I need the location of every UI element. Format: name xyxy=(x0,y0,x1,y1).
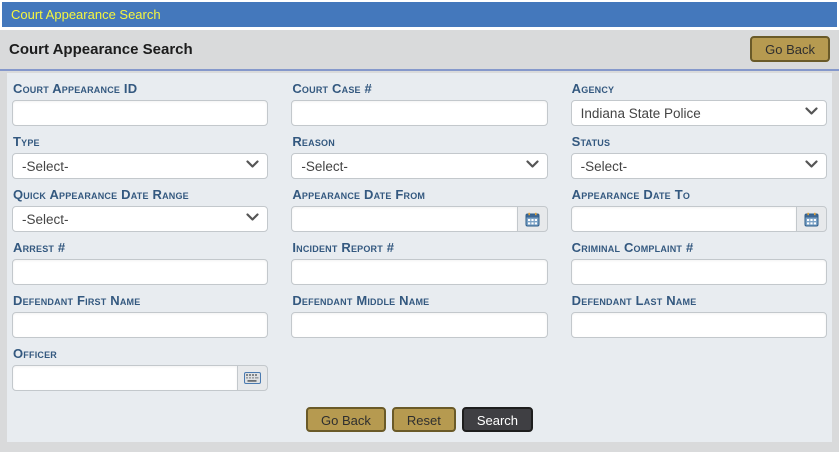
quick-appearance-date-range-label: Quick Appearance Date Range xyxy=(13,188,268,202)
officer-input[interactable] xyxy=(12,365,238,391)
status-label: Status xyxy=(572,135,827,149)
reason-label: Reason xyxy=(292,135,547,149)
search-form: Court Appearance ID Court Case # Agency … xyxy=(11,80,828,432)
form-actions: Go Back Reset Search xyxy=(12,407,827,432)
page-header: Court Appearance Search Go Back xyxy=(0,30,839,69)
type-label: Type xyxy=(13,135,268,149)
appearance-date-from-calendar-button[interactable] xyxy=(517,206,548,232)
field-defendant-first-name: Defendant First Name xyxy=(12,292,268,338)
appearance-date-from-input[interactable] xyxy=(291,206,517,232)
defendant-middle-name-label: Defendant Middle Name xyxy=(292,294,547,308)
field-criminal-complaint: Criminal Complaint # xyxy=(571,239,827,285)
field-appearance-date-from: Appearance Date From xyxy=(291,186,547,232)
court-appearance-id-input[interactable] xyxy=(12,100,268,126)
court-appearance-id-label: Court Appearance ID xyxy=(13,82,268,96)
field-agency: Agency Indiana State Police xyxy=(571,80,827,126)
keyboard-icon xyxy=(244,372,261,384)
app-title: Court Appearance Search xyxy=(11,7,161,22)
type-select[interactable]: -Select- xyxy=(12,153,268,179)
defendant-last-name-label: Defendant Last Name xyxy=(572,294,827,308)
app-title-bar: Court Appearance Search xyxy=(2,2,837,27)
field-appearance-date-to: Appearance Date To xyxy=(571,186,827,232)
search-button[interactable]: Search xyxy=(462,407,533,432)
appearance-date-to-calendar-button[interactable] xyxy=(796,206,827,232)
appearance-date-to-label: Appearance Date To xyxy=(572,188,827,202)
field-status: Status -Select- xyxy=(571,133,827,179)
go-back-button-top[interactable]: Go Back xyxy=(750,36,830,62)
field-quick-appearance-date-range: Quick Appearance Date Range -Select- xyxy=(12,186,268,232)
court-case-input[interactable] xyxy=(291,100,547,126)
incident-report-input[interactable] xyxy=(291,259,547,285)
field-defendant-middle-name: Defendant Middle Name xyxy=(291,292,547,338)
court-case-label: Court Case # xyxy=(292,82,547,96)
defendant-first-name-label: Defendant First Name xyxy=(13,294,268,308)
criminal-complaint-label: Criminal Complaint # xyxy=(572,241,827,255)
field-court-case: Court Case # xyxy=(291,80,547,126)
status-select[interactable]: -Select- xyxy=(571,153,827,179)
field-type: Type -Select- xyxy=(12,133,268,179)
defendant-first-name-input[interactable] xyxy=(12,312,268,338)
field-court-appearance-id: Court Appearance ID xyxy=(12,80,268,126)
officer-label: Officer xyxy=(13,347,268,361)
arrest-input[interactable] xyxy=(12,259,268,285)
incident-report-label: Incident Report # xyxy=(292,241,547,255)
calendar-icon xyxy=(804,212,819,227)
field-defendant-last-name: Defendant Last Name xyxy=(571,292,827,338)
search-form-panel: Court Appearance ID Court Case # Agency … xyxy=(7,73,832,442)
arrest-label: Arrest # xyxy=(13,241,268,255)
appearance-date-from-label: Appearance Date From xyxy=(292,188,547,202)
calendar-icon xyxy=(525,212,540,227)
agency-label: Agency xyxy=(572,82,827,96)
field-officer: Officer xyxy=(12,345,268,391)
officer-lookup-button[interactable] xyxy=(237,365,268,391)
agency-select[interactable]: Indiana State Police xyxy=(571,100,827,126)
page-content: Court Appearance ID Court Case # Agency … xyxy=(0,71,839,452)
field-incident-report: Incident Report # xyxy=(291,239,547,285)
reason-select[interactable]: -Select- xyxy=(291,153,547,179)
appearance-date-to-input[interactable] xyxy=(571,206,797,232)
field-reason: Reason -Select- xyxy=(291,133,547,179)
reset-button[interactable]: Reset xyxy=(392,407,456,432)
go-back-button[interactable]: Go Back xyxy=(306,407,386,432)
page-title: Court Appearance Search xyxy=(9,41,193,58)
defendant-middle-name-input[interactable] xyxy=(291,312,547,338)
field-arrest: Arrest # xyxy=(12,239,268,285)
quick-appearance-date-range-select[interactable]: -Select- xyxy=(12,206,268,232)
criminal-complaint-input[interactable] xyxy=(571,259,827,285)
defendant-last-name-input[interactable] xyxy=(571,312,827,338)
